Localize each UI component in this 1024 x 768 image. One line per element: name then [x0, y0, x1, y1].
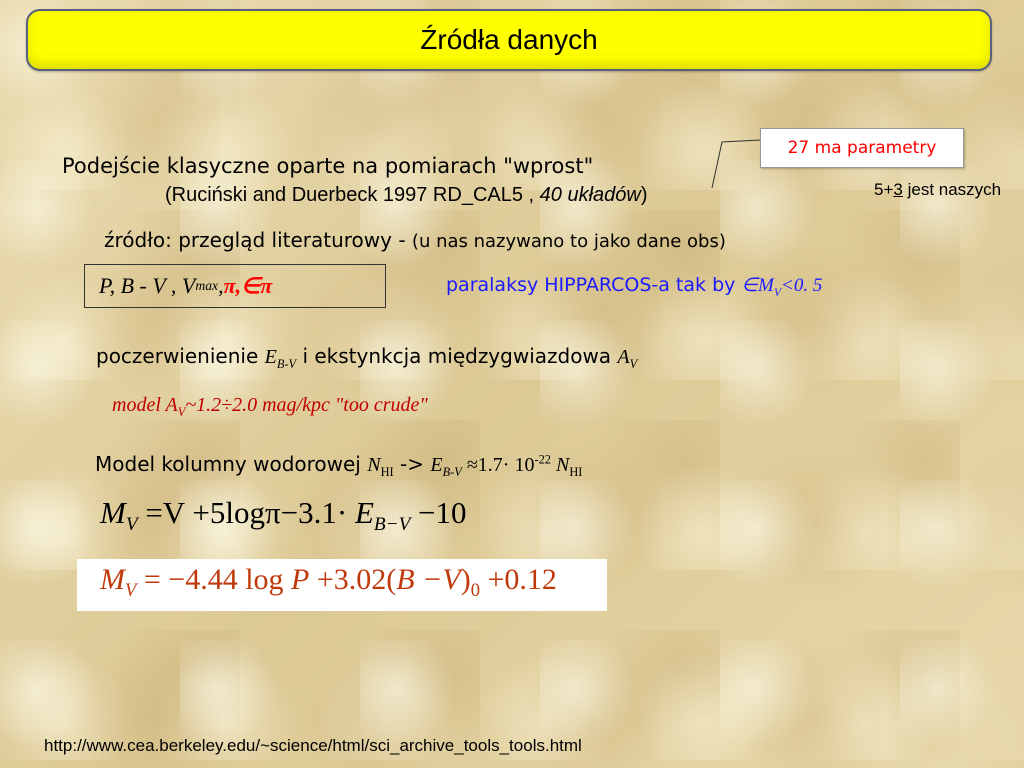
reddening-text: poczerwienienie	[96, 344, 265, 368]
line-rucinski-reference: (Ruciński and Duerbeck 1997 RD_CAL5 , 40…	[165, 184, 648, 207]
av-symbol: A	[617, 346, 630, 368]
hipparcos-note: paralaksy HIPPARCOS-a tak by ∈MV<0. 5	[446, 274, 822, 300]
params-epi: ∈π	[241, 273, 273, 298]
line-classic-approach: Podejście klasyczne oparte na pomiarach …	[62, 154, 594, 178]
model-post: ~1.2÷2.0 mag/kpc "too crude"	[185, 394, 428, 416]
av-sub: V	[629, 357, 638, 371]
hipparcos-text: paralaksy HIPPARCOS-a tak by	[446, 274, 742, 296]
eq1-m: M	[100, 495, 126, 530]
eq2-p: P	[291, 563, 310, 596]
reference-main: Ruciński and Duerbeck 1997 RD_CAL5 ,	[171, 184, 540, 206]
line-hydrogen-column: Model kolumny wodorowej NHI -> EB-V ≈1.7…	[95, 452, 582, 480]
eq2-m-sub: V	[125, 580, 137, 601]
ebv-symbol: E	[264, 346, 277, 368]
reference-count: 40 układów	[539, 184, 641, 206]
params-pi: π,	[223, 273, 242, 298]
title-banner: Źródła danych	[26, 9, 992, 71]
eq2-zero: 0	[470, 580, 480, 601]
note-suffix: jest naszych	[902, 180, 1002, 199]
nhi2-symbol: N	[551, 454, 570, 476]
callout-text: 27 ma parametry	[787, 138, 937, 158]
eq2-bv: B −V	[396, 563, 461, 596]
eq2-rest2: +3.02(	[309, 563, 397, 596]
footer-url-link[interactable]: http://www.cea.berkeley.edu/~science/htm…	[44, 736, 582, 756]
callout-parameters: 27 ma parametry	[760, 128, 964, 168]
eq2-rest3: )	[460, 563, 471, 596]
source-paren: (u nas nazywano to jako dane obs)	[411, 231, 726, 252]
eq2-rest4: +0.12	[480, 563, 557, 596]
equation-calibration: MV = −4.44 log P +3.02(B −V)0 +0.12	[100, 563, 557, 602]
model-pre: model A	[112, 394, 178, 416]
hcol-text: Model kolumny wodorowej	[95, 452, 368, 476]
hcol-approx: ≈1.7· 10	[461, 454, 535, 476]
paren-open: (	[165, 184, 172, 206]
hipparcos-cond-sub: V	[773, 285, 781, 299]
eq1-rest3: −10	[410, 495, 467, 530]
paren-close: )	[640, 184, 648, 206]
ebv2-sub: B-V	[442, 465, 462, 479]
callout-pointer	[711, 139, 762, 189]
source-text: źródło: przegląd literaturowy -	[104, 228, 412, 252]
eq1-e: E	[354, 495, 374, 530]
eq1-e-sub: B−V	[373, 514, 411, 536]
hcol-exp: -22	[534, 452, 551, 467]
line-source-literature: źródło: przegląd literaturowy - (u nas n…	[104, 228, 726, 252]
eq1-pi: π	[264, 495, 281, 530]
eq1-m-sub: V	[125, 514, 138, 536]
nhi2-sub: HI	[569, 465, 583, 479]
params-part1: P, B - V , V	[99, 273, 196, 298]
hcol-arrow: ->	[393, 452, 431, 476]
note-our-systems: 5+3 jest naszych	[874, 180, 1001, 200]
eq2-m: M	[100, 563, 125, 596]
line-reddening-extinction: poczerwienienie EB-V i ekstynkcja między…	[96, 344, 637, 372]
line-model-av: model AV~1.2÷2.0 mag/kpc "too crude"	[112, 394, 428, 420]
hipparcos-cond-pre: ∈M	[741, 275, 774, 296]
params-box: P, B - V , Vmax , π, ∈π	[84, 264, 386, 308]
note-prefix: 5+	[874, 180, 894, 199]
extinction-text: i ekstynkcja międzygwiazdowa	[296, 344, 618, 368]
hipparcos-cond-post: <0. 5	[781, 275, 823, 296]
note-underlined: 3	[893, 180, 903, 199]
params-max-sub: max	[195, 278, 219, 293]
ebv2-symbol: E	[430, 454, 443, 476]
equation-distance-modulus: MV =V +5logπ−3.1· EB−V −10	[100, 495, 467, 536]
page-title: Źródła danych	[420, 24, 598, 55]
nhi-symbol: N	[367, 454, 381, 476]
nhi-sub: HI	[380, 465, 394, 479]
eq2-rest1: = −4.44 log	[136, 563, 292, 596]
eq1-rest2: −3.1·	[280, 495, 355, 530]
ebv-sub: B-V	[276, 357, 297, 371]
eq1-rest1: =V +5log	[137, 495, 265, 530]
